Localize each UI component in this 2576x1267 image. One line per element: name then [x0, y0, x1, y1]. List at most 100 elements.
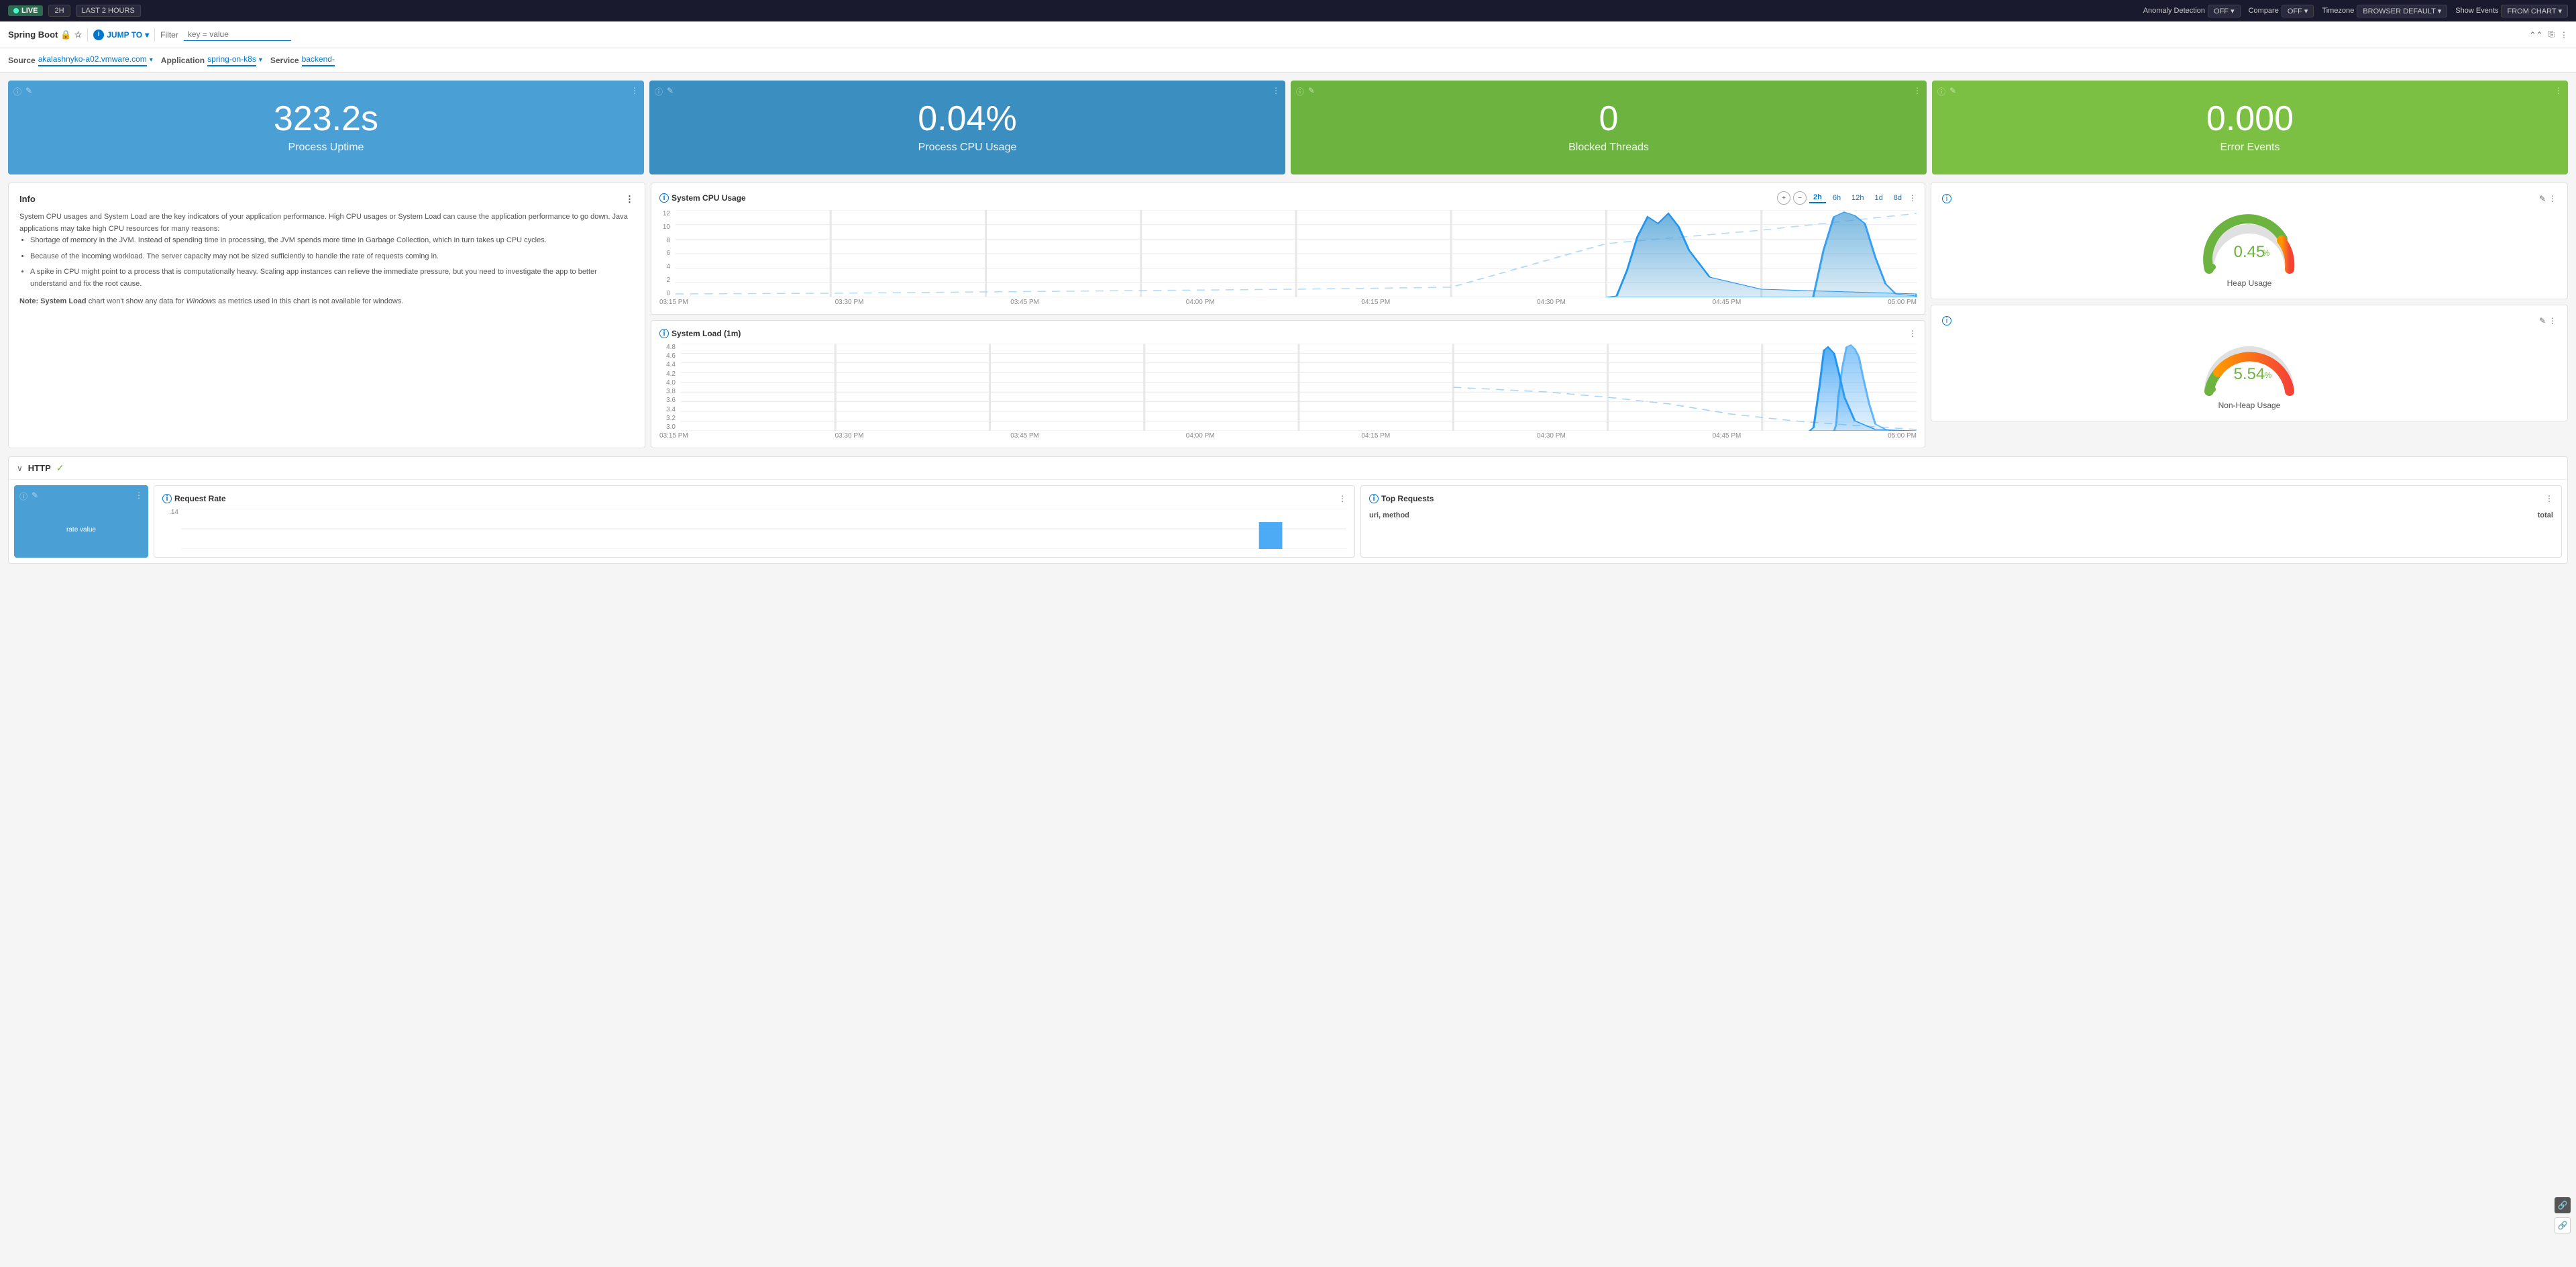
http-header[interactable]: ∨ HTTP ✓	[9, 457, 2567, 480]
anomaly-toggle[interactable]: OFF ▾	[2208, 5, 2241, 17]
cpu-title-text: System CPU Usage	[672, 193, 746, 203]
time-12h[interactable]: 12h	[1847, 193, 1868, 203]
share-icon[interactable]: ⎘	[2548, 30, 2555, 40]
filter-label: Filter	[160, 30, 178, 40]
svg-text:%: %	[2265, 370, 2272, 380]
process-uptime-card: ⓘ ✎ ⋮ 323.2s Process Uptime	[8, 81, 644, 174]
menu-icon-nonheap[interactable]: ⋮	[2548, 316, 2557, 325]
card-menu-2[interactable]: ⋮	[1272, 86, 1280, 95]
jump-to-button[interactable]: i JUMP TO ▾	[93, 30, 149, 40]
load-chart-header: i System Load (1m) ⋮	[659, 329, 1917, 338]
http-card-menu[interactable]: ⋮	[135, 491, 143, 500]
cpu-y-labels: 12 10 8 6 4 2 0	[659, 210, 673, 297]
info-title: Info ⋮	[19, 194, 634, 205]
time-button[interactable]: 2H	[48, 5, 70, 17]
timezone: Timezone BROWSER DEFAULT ▾	[2322, 5, 2447, 17]
app-title-icons: 🔒 ☆	[60, 30, 82, 40]
collapse-icon[interactable]: ⌃⌃	[2529, 30, 2542, 40]
top-requests-title-text: Top Requests	[1381, 494, 1434, 503]
lock-icon: 🔒	[60, 30, 71, 40]
uptime-value: 323.2s	[274, 101, 378, 136]
chart-menu-load[interactable]: ⋮	[1909, 329, 1917, 338]
time-1d[interactable]: 1d	[1871, 193, 1887, 203]
application-value[interactable]: spring-on-k8s	[207, 54, 256, 66]
chart-menu-rr[interactable]: ⋮	[1338, 494, 1346, 503]
info-menu[interactable]: ⋮	[625, 194, 634, 205]
request-rate-title: i Request Rate	[162, 494, 226, 503]
time-2h[interactable]: 2h	[1809, 193, 1826, 203]
list-item: Shortage of memory in the JVM. Instead o…	[30, 235, 634, 247]
main-content: ⓘ ✎ ⋮ 323.2s Process Uptime ⓘ ✎ ⋮ 0.04% …	[0, 72, 2576, 572]
blocked-label: Blocked Threads	[1568, 142, 1649, 154]
note-italic: Windows	[186, 297, 217, 305]
info-paragraph: System CPU usages and System Load are th…	[19, 211, 634, 291]
link-icon-1[interactable]: 🔗	[2555, 1197, 2571, 1213]
note-label: Note:	[19, 297, 38, 305]
edit-icon-2[interactable]: ✎	[667, 86, 674, 97]
last-time-button[interactable]: LAST 2 HOURS	[76, 5, 141, 17]
info-icon-1: ⓘ	[13, 86, 21, 97]
card-icons-3: ⓘ ✎	[1296, 86, 1315, 97]
zoom-in-btn[interactable]: +	[1777, 191, 1790, 205]
http-metric-card: ⓘ ✎ ⋮ rate value	[14, 485, 148, 558]
service-value[interactable]: backend-	[302, 54, 335, 66]
source-item: Source akalashnyko-a02.vmware.com ▾	[8, 54, 153, 66]
app-chevron[interactable]: ▾	[259, 56, 262, 64]
info-panel: Info ⋮ System CPU usages and System Load…	[8, 183, 645, 448]
info-icon-rr: i	[162, 494, 172, 503]
chart-menu-cpu[interactable]: ⋮	[1909, 193, 1917, 203]
edit-icon-3[interactable]: ✎	[1308, 86, 1315, 97]
timezone-label: Timezone	[2322, 7, 2354, 15]
nonheap-gauge-svg: 5.54 %	[2196, 331, 2303, 398]
link-icon-2[interactable]: 🔗	[2555, 1217, 2571, 1233]
source-value[interactable]: akalashnyko-a02.vmware.com	[38, 54, 147, 66]
anomaly-label: Anomaly Detection	[2143, 7, 2205, 15]
live-badge[interactable]: LIVE	[8, 5, 43, 16]
zoom-out-btn[interactable]: −	[1793, 191, 1807, 205]
star-icon[interactable]: ☆	[74, 30, 83, 40]
menu-icon-heap[interactable]: ⋮	[2548, 194, 2557, 203]
source-chevron[interactable]: ▾	[150, 56, 153, 64]
edit-icon-1[interactable]: ✎	[25, 86, 32, 97]
info-para: System CPU usages and System Load are th…	[19, 211, 634, 235]
load-chart-title: i System Load (1m)	[659, 329, 741, 338]
cpu-chart-controls: + − 2h 6h 12h 1d 8d ⋮	[1777, 191, 1917, 205]
live-dot	[13, 8, 19, 13]
note-rest: chart won't show any data for	[89, 297, 186, 305]
filter-input[interactable]	[184, 28, 291, 41]
request-rate-title-text: Request Rate	[174, 494, 226, 503]
top-requests-title: i Top Requests	[1369, 494, 1434, 503]
top-requests-panel: i Top Requests ⋮ uri, method total	[1360, 485, 2562, 558]
time-8d[interactable]: 8d	[1890, 193, 1906, 203]
info-note: Note: System Load chart won't show any d…	[19, 296, 634, 308]
divider	[87, 28, 88, 42]
card-menu-4[interactable]: ⋮	[2555, 86, 2563, 95]
svg-text:0.45: 0.45	[2234, 243, 2265, 261]
info-icon-3: ⓘ	[1296, 86, 1304, 97]
edit-icon-nonheap[interactable]: ✎	[2539, 316, 2546, 325]
chart-menu-tr[interactable]: ⋮	[2545, 494, 2553, 503]
nav-right: Anomaly Detection OFF ▾ Compare OFF ▾ Ti…	[2143, 5, 2568, 17]
metric-cards: ⓘ ✎ ⋮ 323.2s Process Uptime ⓘ ✎ ⋮ 0.04% …	[8, 81, 2568, 174]
more-icon[interactable]: ⋮	[2560, 30, 2568, 40]
edit-icon-4[interactable]: ✎	[1949, 86, 1956, 97]
service-item: Service backend-	[270, 54, 335, 66]
card-icons-4: ⓘ ✎	[1937, 86, 1956, 97]
note-text: System Load	[40, 297, 86, 305]
load-chart-panel: i System Load (1m) ⋮ 4.8 4.6 4.4 4.2 4.0…	[651, 320, 1925, 448]
time-6h[interactable]: 6h	[1829, 193, 1845, 203]
timezone-select[interactable]: BROWSER DEFAULT ▾	[2357, 5, 2447, 17]
edit-icon-heap[interactable]: ✎	[2539, 194, 2546, 203]
card-menu-3[interactable]: ⋮	[1913, 86, 1921, 95]
gauges-column: i ✎ ⋮	[1931, 183, 2568, 448]
info-icon-load: i	[659, 329, 669, 338]
compare-toggle[interactable]: OFF ▾	[2282, 5, 2314, 17]
edit-icon-http[interactable]: ✎	[32, 491, 38, 502]
application-item: Application spring-on-k8s ▾	[161, 54, 262, 66]
load-chart-area	[681, 344, 1917, 431]
error-events-card: ⓘ ✎ ⋮ 0.000 Error Events	[1932, 81, 2568, 174]
svg-text:5.54: 5.54	[2234, 365, 2265, 383]
card-menu-1[interactable]: ⋮	[631, 86, 639, 95]
show-events-select[interactable]: FROM CHART ▾	[2501, 5, 2568, 17]
blocked-threads-card: ⓘ ✎ ⋮ 0 Blocked Threads	[1291, 81, 1927, 174]
